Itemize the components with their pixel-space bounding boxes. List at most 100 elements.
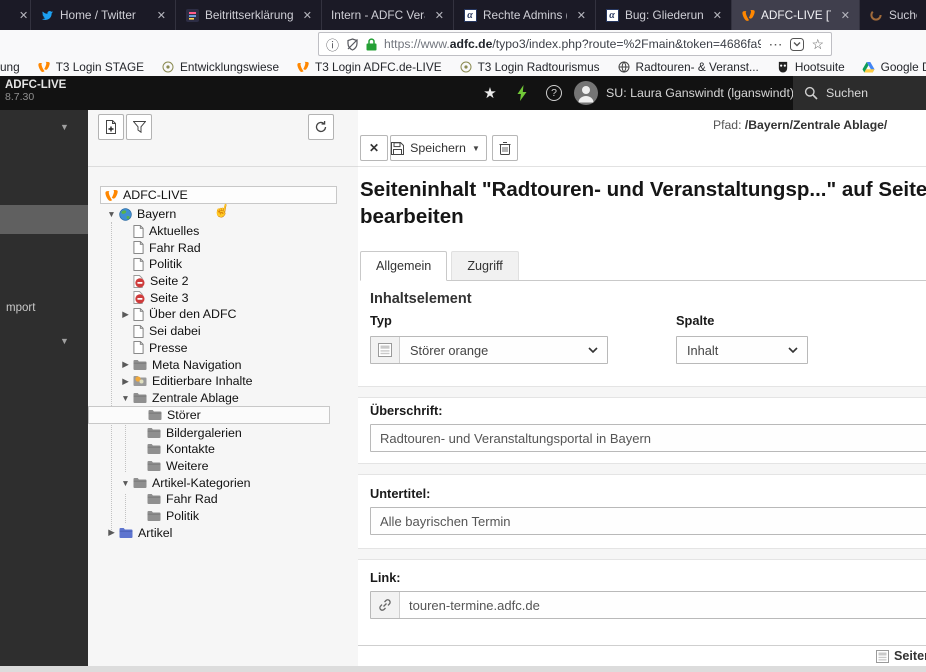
toolbar-search[interactable]: Suchen [793, 76, 926, 110]
bookmark-entwicklungswiese[interactable]: Entwicklungswiese [161, 60, 279, 74]
folder-icon [133, 477, 147, 489]
bookmark-partial[interactable]: ung [0, 60, 20, 74]
tree-item-sei-dabei[interactable]: Sei dabei [88, 323, 358, 340]
tab-close-icon[interactable]: ✕ [573, 9, 586, 22]
expander-open-icon[interactable]: ▼ [106, 209, 117, 219]
module-item-label[interactable]: mport [6, 302, 35, 314]
tree-item-stoerer-selected[interactable]: Störer [88, 406, 330, 424]
filter-button[interactable] [126, 114, 152, 140]
bookmark-star-icon[interactable]: ☆ [811, 36, 824, 53]
tab-suche[interactable]: Suche [859, 0, 926, 30]
tree-item-meta-navigation[interactable]: ▶ Meta Navigation [88, 356, 358, 373]
tree-item-kontakte[interactable]: Kontakte [88, 441, 358, 458]
page-actions-icon[interactable]: ⋯ [768, 36, 783, 53]
typo3-favicon-icon [741, 8, 755, 22]
bookmark-t3-live[interactable]: T3 Login ADFC.de-LIVE [296, 60, 442, 74]
expander-closed-icon[interactable]: ▶ [120, 376, 131, 387]
tree-item-fahr-rad[interactable]: Fahr Rad [88, 239, 358, 256]
floppy-save-icon [391, 142, 404, 155]
expander-closed-icon[interactable]: ▶ [120, 359, 131, 370]
tab-twitter[interactable]: Home / Twitter ✕ [30, 0, 175, 30]
tab-beitrittserklaerung[interactable]: Beitrittserklärung o ✕ [175, 0, 321, 30]
tab-adfc-live-active[interactable]: ADFC-LIVE [TYPO3 ✕ [731, 0, 859, 30]
link-input[interactable] [400, 598, 926, 613]
content-element-icon [876, 650, 889, 663]
chevron-down-icon[interactable]: ▼ [60, 336, 69, 346]
globe-page-icon [119, 208, 132, 221]
tab-close-icon[interactable]: ✕ [431, 9, 444, 22]
typo3-sitename[interactable]: ADFC-LIVE 8.7.30 [5, 79, 66, 103]
clear-cache-bolt-icon[interactable] [510, 76, 534, 110]
expander-open-icon[interactable]: ▼ [120, 393, 131, 403]
bookmark-radtouren-portal[interactable]: Radtouren- & Veranst... [617, 60, 759, 74]
hidden-page-icon [133, 275, 145, 288]
new-page-button[interactable] [98, 114, 124, 140]
form-tab-strip: Allgemein Zugriff [360, 250, 926, 281]
tree-item-seite-2[interactable]: Seite 2 [88, 273, 358, 290]
horizontal-scrollbar[interactable] [0, 666, 926, 672]
link-input-group[interactable] [370, 591, 926, 619]
shield-blocked-icon[interactable] [346, 38, 359, 51]
tree-item-politik-kategorie[interactable]: Politik [88, 508, 358, 525]
page-info-icon[interactable]: ⓘ [326, 35, 339, 54]
tree-item-artikel-kategorien[interactable]: ▼ Artikel-Kategorien [88, 474, 358, 491]
username: SU: Laura Ganswindt (lganswindt) [606, 86, 794, 100]
untertitel-input[interactable] [370, 507, 926, 535]
tree-item-fahr-rad-kategorie[interactable]: Fahr Rad [88, 491, 358, 508]
ueberschrift-input[interactable] [370, 424, 926, 452]
tab-close-icon[interactable]: ✕ [153, 9, 166, 22]
tab-close-icon[interactable]: ✕ [837, 9, 850, 22]
tree-item-editierbare-inhalte[interactable]: ▶ Editierbare Inhalte [88, 373, 358, 390]
tab-partial[interactable]: ✕ [0, 0, 30, 30]
url-bar[interactable]: ⓘ https://www.adfc.de/typo3/index.php?ro… [318, 32, 832, 56]
tab-close-icon[interactable]: ✕ [709, 9, 722, 22]
url-text[interactable]: https://www.adfc.de/typo3/index.php?rout… [384, 37, 761, 51]
tab-allgemein[interactable]: Allgemein [360, 251, 447, 281]
tree-item-zentrale-ablage[interactable]: ▼ Zentrale Ablage [88, 390, 358, 407]
typ-select[interactable]: Störer orange [370, 336, 608, 364]
tab-intern-adfc[interactable]: Intern - ADFC Veranstal ✕ [321, 0, 453, 30]
tree-item-artikel[interactable]: ▶ Artikel [88, 524, 358, 541]
expander-open-icon[interactable]: ▼ [120, 478, 131, 488]
tree-item-presse[interactable]: Presse [88, 340, 358, 357]
refresh-button[interactable] [308, 114, 334, 140]
bookmark-t3-stage[interactable]: T3 Login STAGE [37, 60, 144, 74]
circle-dot-icon [161, 60, 175, 74]
expander-closed-icon[interactable]: ▶ [106, 527, 117, 538]
tree-item-ueber-den-adfc[interactable]: ▶ Über den ADFC [88, 306, 358, 323]
close-button[interactable]: ✕ [360, 135, 388, 161]
tab-rechte-admins[interactable]: α Rechte Admins (#5 ✕ [453, 0, 595, 30]
typo3-favicon-icon [37, 60, 51, 74]
typ-label: Typ [370, 313, 392, 328]
pocket-icon[interactable] [790, 38, 804, 51]
save-button[interactable]: Speichern [390, 135, 467, 161]
page-icon [133, 225, 144, 238]
tree-item-politik[interactable]: Politik [88, 256, 358, 273]
chevron-down-icon [788, 347, 807, 353]
lock-icon[interactable] [366, 38, 377, 51]
tree-item-seite-3[interactable]: Seite 3 [88, 289, 358, 306]
typo3-logo-icon [105, 189, 118, 202]
bookmarks-star-toolbar-icon[interactable]: ★ [478, 76, 502, 110]
tab-close-icon[interactable]: ✕ [15, 9, 28, 22]
tab-zugriff[interactable]: Zugriff [451, 251, 518, 280]
folder-blue-icon [119, 527, 133, 539]
tab-bug-gliederungen[interactable]: α Bug: Gliederungen ✕ [595, 0, 731, 30]
delete-button[interactable] [492, 135, 518, 161]
tree-item-bildergalerien[interactable]: Bildergalerien [88, 424, 358, 441]
spalte-select[interactable]: Inhalt [676, 336, 808, 364]
tree-item-aktuelles[interactable]: Aktuelles [88, 223, 358, 240]
tree-item-weitere[interactable]: Weitere [88, 458, 358, 475]
save-options-dropdown[interactable]: ▼ [466, 135, 487, 161]
module-item-active[interactable] [0, 205, 88, 234]
owl-icon [776, 60, 790, 74]
help-icon[interactable]: ? [542, 76, 566, 110]
chevron-down-icon[interactable]: ▼ [60, 122, 69, 132]
expander-closed-icon[interactable]: ▶ [120, 309, 131, 320]
user-menu[interactable]: SU: Laura Ganswindt (lganswindt) [574, 76, 794, 110]
bookmark-t3-radtourismus[interactable]: T3 Login Radtourismus [459, 60, 600, 74]
bookmark-hootsuite[interactable]: Hootsuite [776, 60, 845, 74]
bookmark-google-drive[interactable]: Google Drive - Zugriff... [862, 60, 926, 74]
folder-icon [147, 460, 161, 472]
tab-close-icon[interactable]: ✕ [299, 9, 312, 22]
